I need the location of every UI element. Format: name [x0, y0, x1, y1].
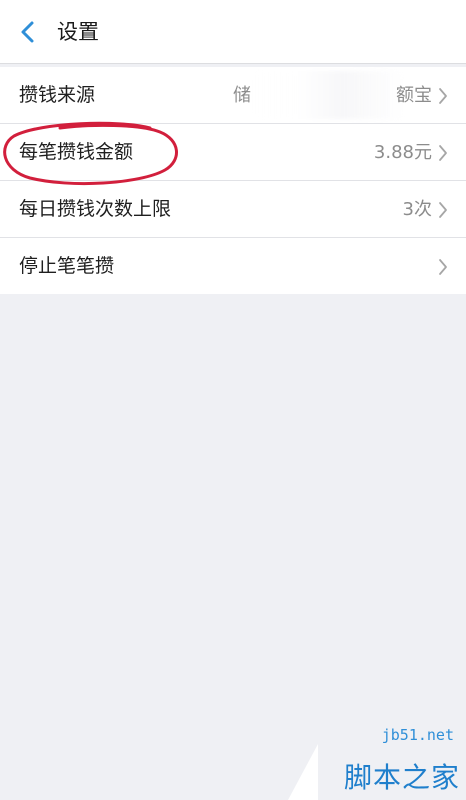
- savings-source-value-start: 储: [233, 85, 251, 106]
- watermark-url: jb51.net: [381, 726, 454, 744]
- settings-row-label: 每日攒钱次数上限: [19, 198, 172, 220]
- settings-row-value: 3.88元: [373, 142, 432, 163]
- settings-row-savings-source[interactable]: 攒钱来源 储 额宝: [0, 67, 466, 124]
- settings-row-label: 每笔攒钱金额: [19, 141, 134, 163]
- savings-source-value-end: 额宝: [396, 85, 432, 106]
- chevron-right-icon: [439, 259, 447, 275]
- chevron-left-icon: [21, 21, 34, 43]
- page-title: 设置: [57, 20, 99, 44]
- settings-list: 攒钱来源 储 额宝 每笔攒钱金额 3.88元 每日攒钱次数上限 3次 停止笔笔攒: [0, 67, 466, 294]
- watermark-text: 脚本之家: [343, 761, 460, 794]
- settings-row-daily-limit[interactable]: 每日攒钱次数上限 3次: [0, 181, 466, 238]
- settings-row-label: 停止笔笔攒: [19, 255, 115, 277]
- settings-row-value: 3次: [402, 199, 432, 220]
- back-button[interactable]: [10, 14, 46, 50]
- chevron-right-icon: [439, 88, 447, 104]
- settings-row-amount-per-save[interactable]: 每笔攒钱金额 3.88元: [0, 124, 466, 181]
- chevron-right-icon: [439, 202, 447, 218]
- watermark: jb51.net 脚本之家: [288, 726, 466, 800]
- chevron-right-icon: [439, 145, 447, 161]
- header-bar: 设置: [0, 0, 466, 64]
- settings-row-stop-saving[interactable]: 停止笔笔攒: [0, 238, 466, 294]
- watermark-fold: [288, 744, 318, 800]
- redacted-area: [252, 71, 404, 119]
- settings-row-label: 攒钱来源: [19, 84, 96, 106]
